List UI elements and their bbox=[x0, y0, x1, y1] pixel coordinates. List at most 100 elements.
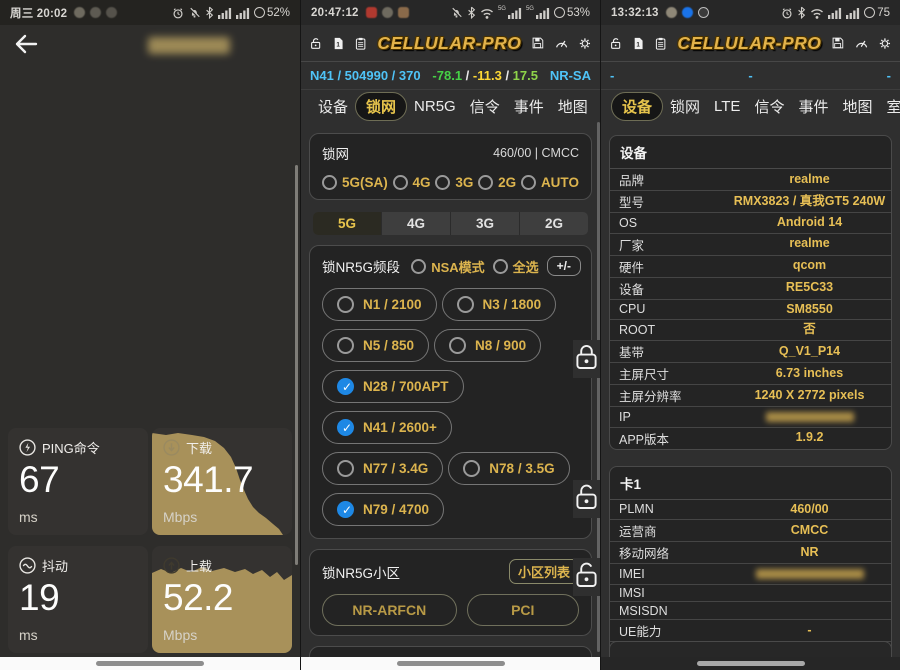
tab-map[interactable]: 地图 bbox=[835, 92, 879, 121]
gear-icon[interactable] bbox=[879, 33, 891, 54]
table-row: APP版本1.9.2 bbox=[610, 428, 891, 449]
tab-lte[interactable]: LTE bbox=[707, 94, 747, 119]
lock-open-icon[interactable] bbox=[610, 32, 622, 55]
clipboard-icon[interactable] bbox=[655, 32, 666, 55]
notification-icon bbox=[398, 7, 409, 18]
lock-open-icon[interactable] bbox=[310, 32, 322, 55]
band-pill-n77[interactable]: N77 / 3.4G bbox=[322, 452, 443, 485]
cell-list-button[interactable]: 小区列表 bbox=[509, 559, 579, 584]
row-value: CMCC bbox=[728, 522, 891, 540]
row-label: 品牌 bbox=[610, 170, 728, 189]
row-value: RMX3823 / 真我GT5 240W bbox=[728, 193, 891, 211]
radio-auto[interactable]: AUTO bbox=[521, 175, 579, 190]
row-label: APP版本 bbox=[610, 429, 728, 448]
segment-4g[interactable]: 4G bbox=[382, 212, 451, 235]
table-row: IMSI bbox=[610, 585, 891, 603]
lock-network-card: 锁网 460/00 | CMCC 5G(SA) 4G 3G 2G AUTO bbox=[309, 133, 592, 200]
back-button[interactable] bbox=[14, 34, 38, 54]
tab-map[interactable]: 地图 bbox=[551, 92, 595, 121]
band-pill-n41[interactable]: N41 / 2600+ bbox=[322, 411, 452, 444]
pci-input-button[interactable]: PCI bbox=[467, 594, 579, 626]
signal-bars-icon bbox=[536, 7, 550, 19]
bell-muted-icon bbox=[450, 7, 463, 19]
band-pill-n78[interactable]: N78 / 3.5G bbox=[448, 452, 569, 485]
segment-2g[interactable]: 2G bbox=[520, 212, 588, 235]
band-pill-n3[interactable]: N3 / 1800 bbox=[442, 288, 557, 321]
plus-minus-button[interactable]: +/- bbox=[547, 256, 581, 276]
tab-indoor[interactable]: 室内 bbox=[879, 92, 900, 121]
band-lock-toggle[interactable] bbox=[573, 340, 600, 378]
lock-cell-card: 锁NR5G小区 小区列表 NR-ARFCN PCI bbox=[309, 549, 592, 636]
tab-lock-net[interactable]: 锁网 bbox=[663, 92, 707, 121]
left-status-time: 周三 20:02 bbox=[10, 5, 67, 21]
gauge-icon[interactable] bbox=[555, 33, 568, 53]
table-row: UE能力- bbox=[610, 620, 891, 642]
signal-bars-icon bbox=[828, 7, 842, 19]
tab-nr5g[interactable]: NR5G bbox=[407, 94, 463, 119]
radio-circle bbox=[521, 175, 536, 190]
battery-percent: 52% bbox=[267, 7, 290, 19]
tab-signaling[interactable]: 信令 bbox=[747, 92, 791, 121]
band-pill-n28[interactable]: N28 / 700APT bbox=[322, 370, 464, 403]
cell-lock-toggle[interactable] bbox=[573, 480, 600, 518]
row-label: OS bbox=[610, 216, 728, 230]
tab-signaling[interactable]: 信令 bbox=[463, 92, 507, 121]
nr-arfcn-input-button[interactable]: NR-ARFCN bbox=[322, 594, 457, 626]
segment-5g[interactable]: 5G bbox=[313, 212, 382, 235]
freq-lock-toggle[interactable] bbox=[573, 558, 600, 596]
radio-4g[interactable]: 4G bbox=[393, 175, 431, 190]
sim-card-icon[interactable]: 1 bbox=[333, 32, 344, 55]
band-label: N3 / 1800 bbox=[483, 297, 542, 312]
radio-3g[interactable]: 3G bbox=[435, 175, 473, 190]
tab-events[interactable]: 事件 bbox=[791, 92, 835, 121]
app-logo: CELLULAR-PRO bbox=[377, 33, 521, 54]
row-label: UE能力 bbox=[610, 621, 728, 640]
wifi-icon bbox=[480, 7, 494, 19]
band-pill-n8[interactable]: N8 / 900 bbox=[434, 329, 541, 362]
radio-label: 2G bbox=[498, 175, 516, 190]
left-app-header bbox=[0, 25, 300, 63]
sim1-info-table: 卡1 PLMN460/00 运营商CMCC 移动网络NR IMEI IMSI M… bbox=[609, 466, 892, 670]
gear-icon[interactable] bbox=[579, 33, 591, 54]
notification-icon bbox=[74, 7, 85, 18]
left-scrollbar[interactable] bbox=[295, 165, 298, 565]
notification-icon bbox=[382, 7, 393, 18]
home-indicator[interactable] bbox=[397, 661, 505, 666]
row-value: NR bbox=[728, 544, 891, 562]
segment-3g[interactable]: 3G bbox=[451, 212, 520, 235]
tab-events[interactable]: 事件 bbox=[507, 92, 551, 121]
download-unit: Mbps bbox=[163, 509, 281, 525]
radio-circle bbox=[435, 175, 450, 190]
band-checkbox bbox=[337, 296, 354, 313]
radio-circle bbox=[393, 175, 408, 190]
save-icon[interactable] bbox=[832, 32, 844, 54]
band-pill-n79[interactable]: N79 / 4700 bbox=[322, 493, 444, 526]
save-icon[interactable] bbox=[532, 32, 544, 54]
table-row: 厂家realme bbox=[610, 234, 891, 256]
tab-device[interactable]: 设备 bbox=[311, 92, 355, 121]
band-pill-n5[interactable]: N5 / 850 bbox=[322, 329, 429, 362]
gauge-icon[interactable] bbox=[855, 33, 868, 53]
radio-5g-sa[interactable]: 5G(SA) bbox=[322, 175, 388, 190]
table-row: OSAndroid 14 bbox=[610, 213, 891, 234]
tab-lock-net[interactable]: 锁网 bbox=[355, 92, 407, 121]
radio-label: 4G bbox=[413, 175, 431, 190]
lock-cell-title: 锁NR5G小区 bbox=[322, 562, 400, 582]
separator: / bbox=[462, 68, 473, 83]
select-all-radio[interactable]: 全选 bbox=[493, 257, 539, 276]
band-list: N1 / 2100 N3 / 1800 N5 / 850 N8 / 900 N2… bbox=[322, 284, 581, 530]
band-pill-n1[interactable]: N1 / 2100 bbox=[322, 288, 437, 321]
radio-2g[interactable]: 2G bbox=[478, 175, 516, 190]
home-indicator[interactable] bbox=[697, 661, 805, 666]
sim-card-icon[interactable]: 1 bbox=[633, 32, 644, 55]
table-row: IMEI bbox=[610, 564, 891, 585]
tab-device[interactable]: 设备 bbox=[611, 92, 663, 121]
nsa-mode-radio[interactable]: NSA模式 bbox=[411, 257, 484, 276]
alarm-icon bbox=[172, 7, 184, 19]
row-value: Android 14 bbox=[728, 214, 891, 232]
upload-value: 52.2 bbox=[163, 579, 281, 618]
device-info-table: 设备 品牌realme 型号RMX3823 / 真我GT5 240W OSAnd… bbox=[609, 135, 892, 450]
home-indicator[interactable] bbox=[96, 661, 204, 666]
ping-value: 67 bbox=[19, 461, 137, 500]
clipboard-icon[interactable] bbox=[355, 32, 366, 55]
